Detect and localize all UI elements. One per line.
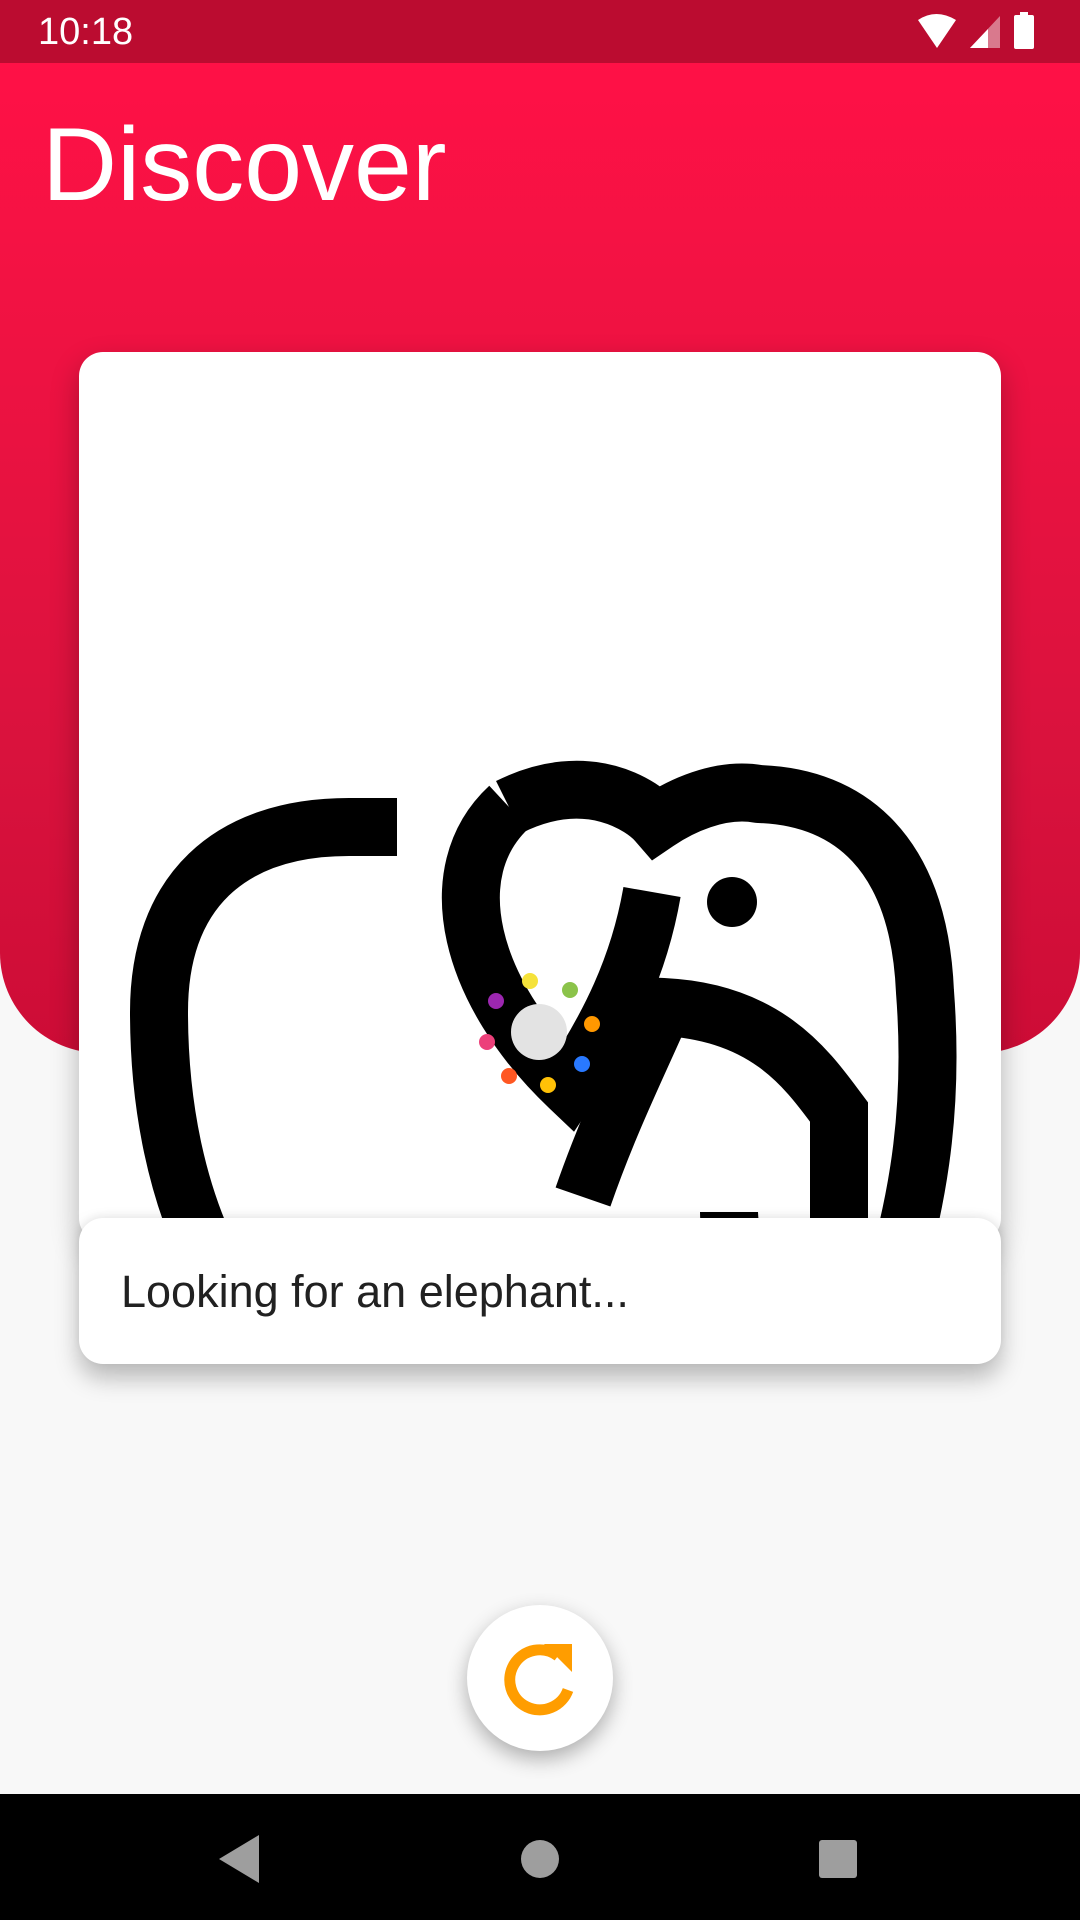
caption-card: Looking for an elephant... — [79, 1218, 1001, 1364]
recents-button[interactable] — [808, 1829, 868, 1889]
back-icon — [219, 1835, 259, 1883]
cell-signal-icon — [970, 16, 1000, 48]
refresh-button[interactable] — [467, 1605, 613, 1751]
loading-dot — [562, 982, 578, 998]
loading-dot — [501, 1068, 517, 1084]
home-icon — [521, 1840, 559, 1878]
status-bar: 10:18 — [0, 0, 1080, 63]
refresh-icon — [504, 1644, 574, 1716]
loading-indicator — [479, 973, 600, 1093]
loading-dot — [584, 1016, 600, 1032]
back-button[interactable] — [213, 1829, 273, 1889]
status-time: 10:18 — [38, 11, 134, 53]
result-caption: Looking for an elephant... — [121, 1266, 629, 1317]
result-card — [79, 352, 1001, 1242]
status-icons — [916, 12, 1044, 50]
recents-icon — [819, 1840, 857, 1878]
loading-dot — [574, 1056, 590, 1072]
loading-dot — [488, 993, 504, 1009]
loading-dot — [479, 1034, 495, 1050]
page-title: Discover — [42, 107, 447, 223]
loading-dot — [540, 1077, 556, 1093]
battery-icon — [1014, 12, 1034, 49]
home-button[interactable] — [510, 1829, 570, 1889]
wifi-icon — [918, 14, 956, 48]
loading-dot — [522, 973, 538, 989]
navigation-bar — [0, 1794, 1080, 1920]
